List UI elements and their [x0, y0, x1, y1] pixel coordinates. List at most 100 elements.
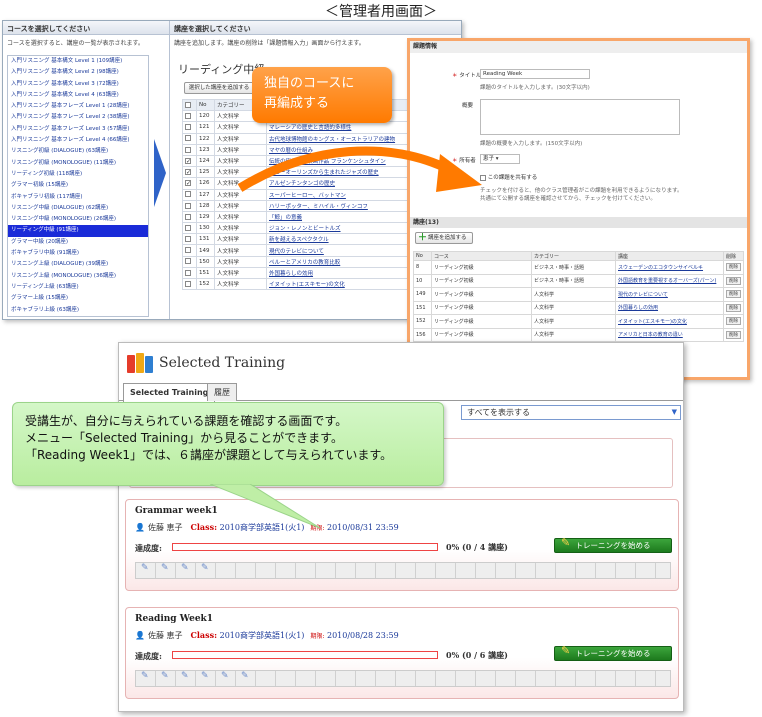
row-checkbox-cell: [182, 277, 197, 291]
row-checkbox[interactable]: [185, 146, 191, 153]
course-list-item[interactable]: リスニング初級 (DIALOGUE) (63講座): [8, 146, 148, 157]
delete-cell: 削除: [723, 287, 744, 302]
column-header: [182, 98, 197, 112]
delete-button[interactable]: 削除: [726, 330, 741, 339]
delete-button[interactable]: 削除: [726, 303, 741, 312]
course-list-item[interactable]: グラマー上級 (15講座): [8, 293, 148, 304]
course-list-item[interactable]: グラマー中級 (20講座): [8, 237, 148, 248]
course-list-item[interactable]: ボキャブラリ中級 (91講座): [8, 248, 148, 259]
row-checkbox[interactable]: [185, 236, 191, 243]
lecture-slot-pencil-icon[interactable]: [196, 671, 216, 686]
course-list-item[interactable]: ボキャブラリ初級 (117講座): [8, 192, 148, 203]
row-checkbox[interactable]: [185, 258, 191, 265]
row-checkbox[interactable]: [185, 224, 191, 231]
task-lecture-no: 149: [413, 287, 432, 302]
row-checkbox-cell: [182, 199, 197, 212]
course-list-item[interactable]: 入門リスニング 基本構文 Level 3 (72講座): [8, 79, 148, 90]
course-list-item[interactable]: 入門リスニング 基本フレーズ Level 1 (28講座): [8, 101, 148, 112]
tab-history[interactable]: 履歴: [207, 383, 237, 401]
lecture-slot-pencil-icon[interactable]: [216, 671, 236, 686]
row-checkbox[interactable]: [185, 202, 191, 209]
course-list-item[interactable]: 入門リスニング 基本フレーズ Level 4 (66講座): [8, 135, 148, 146]
progress-bar: [172, 543, 438, 551]
task-lecture-link[interactable]: 外国語教育を重要視するオーバーズ(パーン): [615, 273, 724, 288]
course-list-item[interactable]: 入門リスニング 基本構文 Level 4 (63講座): [8, 90, 148, 101]
task-lecture-table: No コース カテゴリー 講座 削除 8 リーディング初級 ビジネス・時事・話題…: [413, 251, 744, 342]
lecture-no: 129: [196, 210, 215, 224]
row-checkbox[interactable]: [185, 180, 191, 187]
lecture-no: 131: [196, 233, 215, 246]
course-list-item[interactable]: リスニング中級 (DIALOGUE) (62講座): [8, 203, 148, 214]
course-list-item[interactable]: 入門リスニング 基本フレーズ Level 3 (57講座): [8, 124, 148, 135]
row-checkbox[interactable]: [185, 157, 191, 164]
start-training-button[interactable]: ✎ トレーニングを始める: [554, 644, 672, 661]
course-list-item[interactable]: リーディング中級 (91講座): [8, 225, 148, 237]
add-lecture-button[interactable]: ＋講座を追加する: [415, 232, 473, 244]
lecture-no: 151: [196, 266, 215, 280]
lecture-slot-pencil-icon[interactable]: [176, 671, 196, 686]
lecture-slot-pencil-icon[interactable]: [136, 563, 156, 578]
start-training-button[interactable]: ✎ トレーニングを始める: [554, 536, 672, 553]
row-checkbox[interactable]: [185, 213, 191, 220]
lecture-slot-pencil-icon[interactable]: [196, 563, 216, 578]
summary-textarea[interactable]: [480, 99, 680, 135]
lecture-slot: [276, 671, 296, 686]
progress-label: 達成度:: [135, 651, 162, 661]
course-list-item[interactable]: ボキャブラリ上級 (63講座): [8, 305, 148, 316]
course-list-item[interactable]: リスニング中級 (MONOLOGUE) (26講座): [8, 214, 148, 225]
lecture-slot-pencil-icon[interactable]: [136, 671, 156, 686]
lecture-slot-pencil-icon[interactable]: [176, 563, 196, 578]
course-list-item[interactable]: リーディング初級 (118講座): [8, 169, 148, 180]
delete-button[interactable]: 削除: [726, 290, 741, 299]
due-value: 2010/08/31 23:59: [326, 523, 399, 532]
task-lecture-link[interactable]: 現代のテレビについて: [615, 287, 724, 302]
row-checkbox[interactable]: [185, 124, 191, 131]
course-list-item[interactable]: 入門リスニング 基本構文 Level 2 (98講座): [8, 67, 148, 78]
task-lecture-category: 人文科学: [531, 314, 616, 329]
select-all-checkbox[interactable]: [185, 101, 191, 108]
plus-icon: ＋: [418, 233, 428, 243]
course-list-item[interactable]: 入門リスニング 基本構文 Level 1 (109講座): [8, 56, 148, 67]
lecture-slot-pencil-icon[interactable]: [156, 563, 176, 578]
delete-cell: 削除: [723, 273, 744, 288]
task-lecture-link[interactable]: スウェーデンのエコタウンサイベルキ: [615, 260, 724, 275]
course-list-item[interactable]: リーディング上級 (63講座): [8, 282, 148, 293]
row-checkbox[interactable]: [185, 191, 191, 198]
row-checkbox[interactable]: [185, 247, 191, 254]
row-checkbox[interactable]: [185, 135, 191, 142]
task-lecture-link[interactable]: イヌイット(エスキモー)の文化: [615, 314, 724, 329]
course-list-item[interactable]: リスニング初級 (MONOLOGUE) (11講座): [8, 158, 148, 169]
lecture-slot-pencil-icon[interactable]: [236, 671, 256, 686]
filter-select[interactable]: すべてを表示する ▼: [461, 405, 681, 420]
row-checkbox[interactable]: [185, 168, 191, 175]
lecture-slot: [296, 671, 316, 686]
tab-bar: Selected Training 履歴: [119, 381, 683, 402]
title-input[interactable]: Reading Week: [480, 69, 590, 79]
delete-button[interactable]: 削除: [726, 317, 741, 326]
course-list-item[interactable]: リスニング上級 (MONOLOGUE) (36講座): [8, 271, 148, 282]
row-checkbox[interactable]: [185, 269, 191, 276]
task-lecture-course: リーディング初級: [431, 273, 532, 288]
lecture-no: 121: [196, 121, 215, 134]
row-checkbox[interactable]: [185, 113, 191, 120]
task-lecture-link[interactable]: 外国暮らしの効用: [615, 300, 724, 315]
course-list-item[interactable]: 入門リスニング 基本フレーズ Level 2 (38講座): [8, 112, 148, 123]
delete-button[interactable]: 削除: [726, 276, 741, 285]
add-selected-lectures-button[interactable]: 選択した講座を追加する: [184, 82, 254, 94]
delete-cell: 削除: [723, 300, 744, 315]
lecture-slot: [536, 563, 556, 578]
course-list-item[interactable]: リスニング上級 (DIALOGUE) (39講座): [8, 259, 148, 270]
task-lecture-link[interactable]: アメリカと日本の教育の違い: [615, 327, 724, 342]
lecture-category: 人文科学: [214, 255, 267, 268]
tab-selected-training[interactable]: Selected Training: [123, 383, 216, 402]
task-lecture-course: リーディング中級: [431, 287, 532, 302]
row-checkbox-cell: [182, 222, 197, 235]
task-lecture-category: 人文科学: [531, 287, 616, 302]
lecture-slot: [536, 671, 556, 686]
row-checkbox[interactable]: [185, 280, 191, 287]
lecture-slot: [396, 563, 416, 578]
lecture-slot-pencil-icon[interactable]: [156, 671, 176, 686]
table-row: 151 リーディング中級 人文科学 外国暮らしの効用 削除: [413, 300, 744, 315]
delete-button[interactable]: 削除: [726, 263, 741, 272]
course-list-item[interactable]: グラマー初級 (15講座): [8, 180, 148, 191]
